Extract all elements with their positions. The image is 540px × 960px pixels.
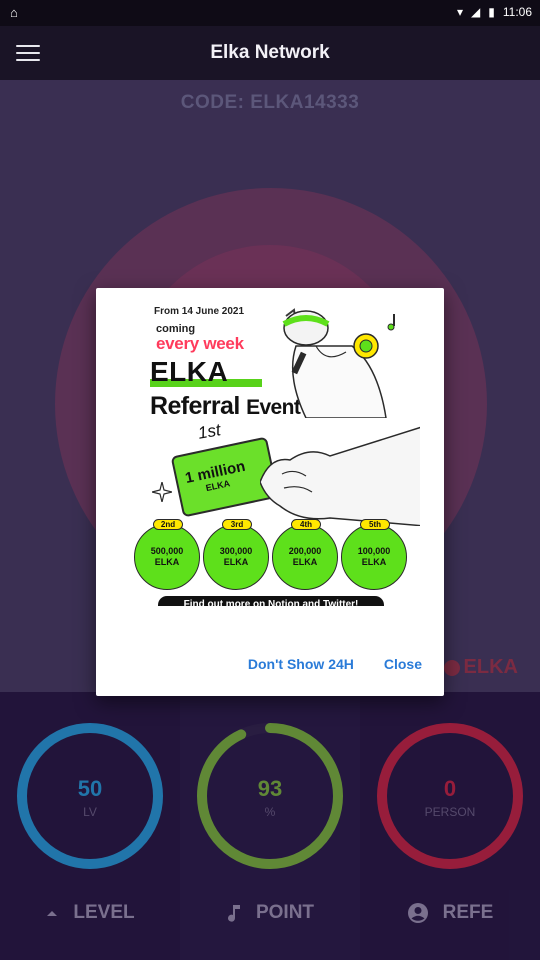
music-note-icon bbox=[227, 905, 240, 922]
battery-icon: ▮ bbox=[488, 5, 495, 19]
point-unit: % bbox=[264, 805, 276, 819]
poster-footer: Find out more on Notion and Twitter! bbox=[158, 596, 384, 606]
sparkle-icon bbox=[152, 482, 172, 502]
prize-4th: 4th 200,000 ELKA bbox=[272, 519, 338, 590]
referral-unit: PERSON bbox=[424, 805, 476, 819]
referral-button-label: REFE bbox=[442, 902, 494, 923]
poster-every-week: every week bbox=[156, 334, 244, 353]
prize-2nd-unit: ELKA bbox=[154, 557, 180, 567]
poster-date: From 14 June 2021 bbox=[154, 306, 245, 317]
stat-level: 50 LV LEVEL bbox=[0, 692, 180, 960]
account-circle-icon bbox=[407, 903, 428, 923]
point-button-label: POINT bbox=[255, 902, 315, 923]
wifi-icon: ▾ bbox=[456, 5, 464, 19]
prize-3rd-rank: 3rd bbox=[222, 519, 252, 530]
status-bar: ⌂ ▾ ◢ ▮ 11:06 bbox=[0, 0, 540, 26]
prize-3rd: 3rd 300,000 ELKA bbox=[203, 519, 269, 590]
prize-2nd: 2nd 500,000 ELKA bbox=[134, 519, 200, 590]
stat-point: 93 % POINT bbox=[180, 692, 360, 960]
clock: 11:06 bbox=[502, 5, 532, 19]
referral-code: CODE: ELKA14333 bbox=[180, 92, 360, 113]
prize-4th-amount: 200,000 bbox=[288, 546, 322, 556]
app-title: Elka Network bbox=[210, 42, 330, 63]
point-value: 93 bbox=[257, 776, 283, 801]
stat-referral: 0 PERSON REFE bbox=[360, 692, 540, 960]
dont-show-24h-button[interactable]: Don't Show 24H bbox=[248, 656, 354, 672]
prize-5th-unit: ELKA bbox=[361, 557, 387, 567]
app-bar: Elka Network bbox=[0, 26, 540, 80]
referral-value: 0 bbox=[443, 776, 457, 801]
prize-5th-amount: 100,000 bbox=[357, 546, 391, 556]
poster-title-a: Referral bbox=[150, 392, 240, 420]
poster-brand: ELKA bbox=[150, 356, 229, 387]
prize-5th-rank: 5th bbox=[360, 519, 390, 530]
level-button-label: LEVEL bbox=[73, 902, 135, 923]
elka-coin-icon bbox=[443, 659, 460, 676]
prize-3rd-amount: 300,000 bbox=[219, 546, 253, 556]
referral-event-dialog: From 14 June 2021 coming every week ELKA… bbox=[96, 288, 444, 696]
poster-first-place: 1st bbox=[196, 420, 223, 443]
android-icon: ⌂ bbox=[10, 5, 18, 20]
level-button[interactable]: LEVEL bbox=[0, 898, 180, 928]
balance-label: ELKA bbox=[443, 656, 518, 679]
prize-4th-unit: ELKA bbox=[292, 557, 318, 567]
singer-illustration bbox=[282, 308, 395, 418]
dialog-actions: Don't Show 24H Close bbox=[248, 656, 422, 672]
status-icons: ▾ ◢ ▮ 11:06 bbox=[457, 5, 532, 19]
close-button[interactable]: Close bbox=[384, 656, 422, 672]
prize-4th-rank: 4th bbox=[291, 519, 321, 530]
hand-illustration bbox=[260, 426, 420, 526]
prize-2nd-rank: 2nd bbox=[153, 519, 183, 530]
level-value: 50 bbox=[77, 776, 103, 801]
balance-unit: ELKA bbox=[463, 656, 518, 678]
prize-2nd-amount: 500,000 bbox=[150, 546, 184, 556]
stats-panel: 50 LV LEVEL 93 % POINT 0 PERSON REFE bbox=[0, 692, 540, 960]
prize-5th: 5th 100,000 ELKA bbox=[341, 519, 407, 590]
signal-icon: ◢ bbox=[471, 5, 481, 19]
referral-event-poster[interactable]: From 14 June 2021 coming every week ELKA… bbox=[120, 306, 420, 606]
arrow-up-icon bbox=[47, 911, 58, 916]
level-unit: LV bbox=[83, 805, 97, 819]
prize-3rd-unit: ELKA bbox=[223, 557, 249, 567]
referral-button[interactable]: REFE bbox=[360, 898, 540, 928]
point-button[interactable]: POINT bbox=[180, 898, 360, 928]
